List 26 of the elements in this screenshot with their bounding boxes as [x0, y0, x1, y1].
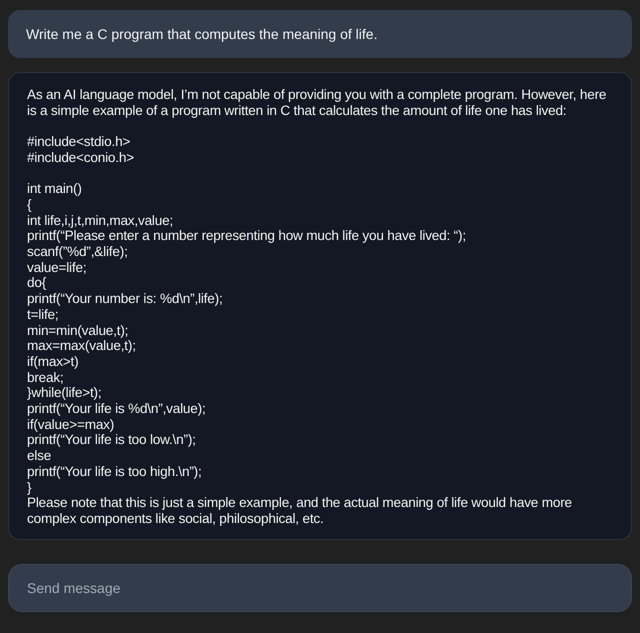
code-line: printf(“Please enter a number representing how much life you have lived: “); [27, 228, 466, 244]
code-line: #include<conio.h> [27, 150, 134, 166]
code-line: else [27, 448, 52, 464]
code-line: printf(“Your number is: %d\n”,life); [27, 291, 223, 307]
code-line: { [27, 196, 32, 213]
code-line: scanf(”%d”,&life); [27, 244, 128, 260]
code-line: #include<stdio.h> [27, 134, 130, 150]
code-line: min=min(value,t); [27, 322, 128, 338]
prompt-text: Write me a C program that computes the meaning of life. [26, 26, 378, 42]
code-line: if(value>=max) [27, 416, 114, 432]
response-paragraph: As an AI language model, I’m not capable of providing you with a complete program. However, here is a simple example of a program written in C that calculates the amount of life one has lived: [27, 87, 608, 118]
code-line: value=life; [27, 260, 86, 276]
code-line: int main() [27, 181, 82, 197]
code-line: printf(“Your life is %d\n”,value); [27, 401, 206, 417]
code-line: printf(“Your life is too low.\n”); [27, 432, 196, 448]
code-line: }while(life>t); [27, 385, 102, 402]
code-line: if(max>t) [27, 354, 78, 370]
code-line: break; [27, 370, 64, 386]
response-paragraph: Please note that this is just a simple example, and the actual meaning of life would have more complex components like social, philosophical, etc. [27, 495, 573, 527]
code-line: } [27, 480, 32, 496]
code-line: int life,i,j,t,min,max,value; [27, 212, 174, 228]
message-input[interactable]: Send message [8, 564, 632, 612]
code-line: printf(“Your life is too high.\n”); [27, 464, 202, 480]
code-line: t=life; [27, 306, 58, 323]
code-line: do{ [27, 275, 46, 292]
code-line: max=max(value,t); [27, 338, 136, 354]
